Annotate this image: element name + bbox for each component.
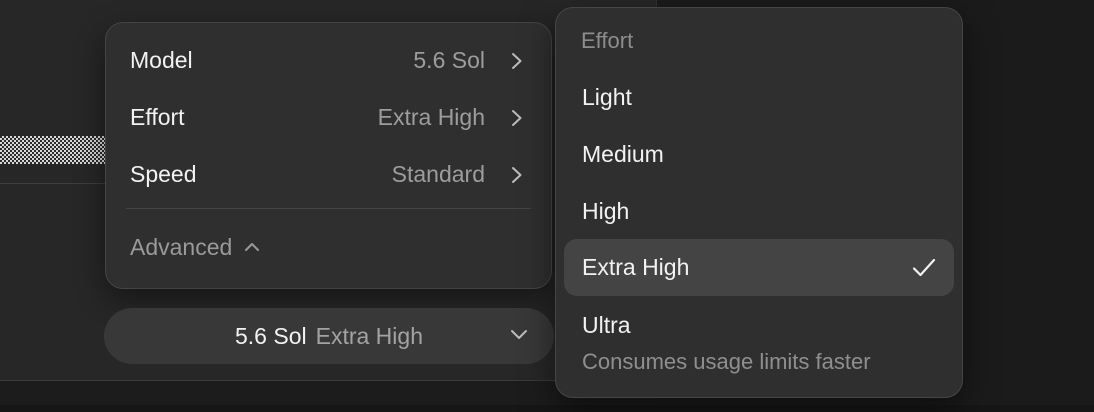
effort-option-label: Medium <box>582 141 664 167</box>
checkerboard-pattern <box>0 136 106 164</box>
advanced-label: Advanced <box>130 233 233 260</box>
effort-option-label: Extra High <box>582 254 690 280</box>
menu-item-effort[interactable]: Effort Extra High <box>106 89 551 146</box>
menu-item-label: Speed <box>130 161 197 187</box>
effort-submenu-header: Effort <box>581 28 634 53</box>
menu-item-value: Standard <box>391 161 485 187</box>
effort-option-extra-high[interactable]: Extra High <box>564 239 954 296</box>
menu-item-label: Model <box>130 47 193 73</box>
effort-option-light[interactable]: Light <box>564 69 954 126</box>
menu-item-value: Extra High <box>377 104 485 130</box>
advanced-toggle[interactable]: Advanced <box>130 227 260 267</box>
effort-submenu: Effort Light Medium High Extra High Ultr… <box>555 7 963 398</box>
menu-item-speed[interactable]: Speed Standard <box>106 146 551 203</box>
chevron-right-icon <box>511 52 523 70</box>
chevron-up-icon <box>244 242 260 252</box>
effort-option-label: Ultra <box>582 312 631 338</box>
background-divider <box>0 183 106 184</box>
menu-divider <box>126 208 531 209</box>
model-selector-button[interactable]: 5.6 Sol Extra High <box>104 308 554 364</box>
effort-option-high[interactable]: High <box>564 183 954 240</box>
effort-option-ultra[interactable]: Ultra Consumes usage limits faster <box>564 306 954 386</box>
chevron-right-icon <box>511 166 523 184</box>
app-bottom-edge <box>0 405 1094 412</box>
checkmark-icon <box>912 258 936 278</box>
selected-model-label: 5.6 Sol <box>235 322 307 349</box>
chevron-right-icon <box>511 109 523 127</box>
chevron-down-icon <box>510 328 528 340</box>
menu-item-label: Effort <box>130 104 185 130</box>
effort-option-label: Light <box>582 84 632 110</box>
effort-option-medium[interactable]: Medium <box>564 126 954 183</box>
selected-effort-label: Extra High <box>315 322 423 349</box>
menu-item-value: 5.6 Sol <box>413 47 485 73</box>
menu-item-model[interactable]: Model 5.6 Sol <box>106 32 551 89</box>
effort-option-note: Consumes usage limits faster <box>582 349 871 374</box>
model-settings-menu: Model 5.6 Sol Effort Extra High Speed St… <box>105 22 552 289</box>
effort-option-label: High <box>582 198 630 224</box>
